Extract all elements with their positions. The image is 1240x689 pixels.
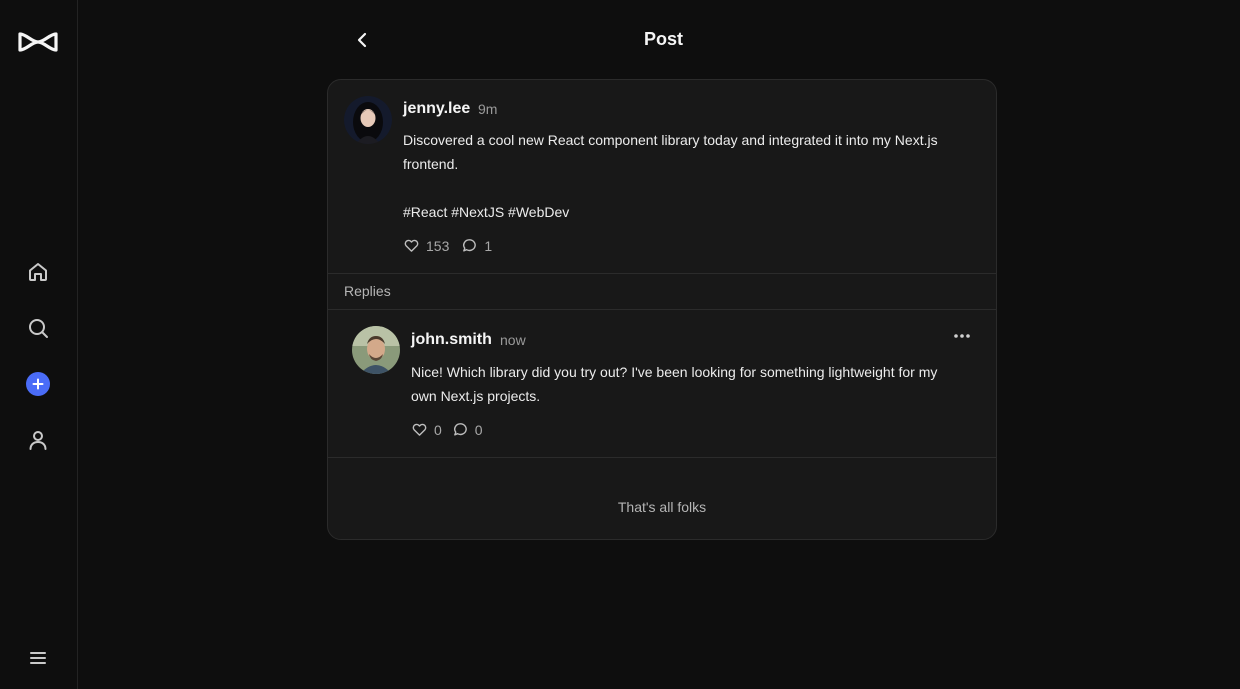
comment-button[interactable]: 0	[452, 421, 483, 438]
like-count: 153	[426, 237, 450, 254]
avatar[interactable]	[344, 96, 392, 144]
page-title: Post	[643, 29, 683, 49]
comment-count: 0	[474, 421, 483, 438]
like-button[interactable]: 153	[403, 237, 449, 254]
reply-item: john.smith now Nice! Which library did y…	[328, 310, 996, 458]
menu-icon[interactable]	[20, 640, 56, 676]
more-options-icon[interactable]	[952, 326, 972, 346]
end-of-thread-text: That's all folks	[617, 499, 707, 515]
post-text: Discovered a cool new React component li…	[403, 132, 938, 220]
heart-icon	[404, 239, 419, 252]
post-username[interactable]: jenny.lee	[403, 100, 470, 118]
home-icon[interactable]	[20, 254, 56, 290]
search-icon[interactable]	[20, 310, 56, 346]
reply-timestamp: now	[500, 332, 526, 348]
post-actions: 153 1	[403, 237, 492, 254]
replies-label: Replies	[344, 283, 391, 299]
replies-header: Replies	[328, 273, 996, 310]
like-button[interactable]: 0	[411, 421, 442, 438]
main-post: jenny.lee 9m Discovered a cool new React…	[328, 80, 996, 274]
post-timestamp: 9m	[478, 101, 498, 117]
comment-icon	[463, 239, 477, 252]
avatar[interactable]	[352, 326, 400, 374]
post-thread-card: jenny.lee 9m Discovered a cool new React…	[327, 79, 997, 540]
heart-icon	[412, 423, 427, 436]
sidebar	[0, 0, 78, 689]
reply-actions: 0 0	[411, 421, 483, 438]
comment-button[interactable]: 1	[461, 237, 492, 254]
reply-text: Nice! Which library did you try out? I'v…	[411, 364, 938, 404]
page-header: Post	[328, 22, 999, 58]
comment-count: 1	[484, 237, 493, 254]
user-icon[interactable]	[20, 422, 56, 458]
comment-icon	[453, 423, 467, 436]
plus-icon	[26, 372, 50, 396]
infinity-logo-icon[interactable]	[16, 28, 60, 56]
create-post-button[interactable]	[20, 366, 56, 402]
like-count: 0	[434, 421, 442, 438]
reply-username[interactable]: john.smith	[411, 331, 492, 349]
